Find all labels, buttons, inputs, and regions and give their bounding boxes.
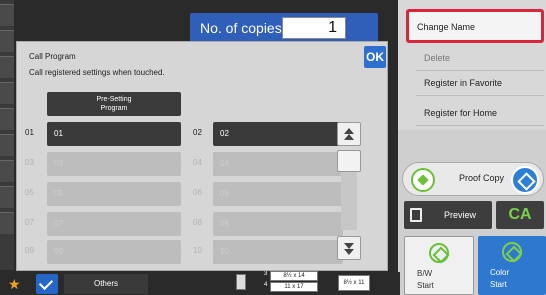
- program-number: 06: [193, 188, 202, 197]
- color-start-label-1: Color: [490, 268, 510, 277]
- program-number: 02: [193, 128, 202, 137]
- paper-status: 3 4 8½ x 14 11 x 17 8½ x 11: [208, 268, 386, 295]
- copies-label: No. of copies: [200, 20, 282, 36]
- pre-setting-program-button[interactable]: Pre-Setting Program: [47, 92, 181, 116]
- bw-start-label-1: B/W: [417, 269, 433, 278]
- others-button[interactable]: Others: [64, 274, 148, 294]
- tray-4-size: 11 x 17: [270, 282, 318, 292]
- program-number: 09: [25, 246, 34, 255]
- tray-3-size: 8½ x 14: [270, 271, 318, 281]
- paper-tray-icon: [236, 274, 246, 290]
- program-key[interactable]: 10: [213, 240, 343, 264]
- diamond-icon: [411, 168, 435, 192]
- program-key[interactable]: 08: [213, 212, 343, 236]
- ok-button[interactable]: OK: [364, 46, 386, 68]
- change-name-button[interactable]: Change Name: [406, 9, 544, 43]
- start-icon: [502, 242, 522, 262]
- dialog-title: Call Program: [29, 52, 76, 61]
- dialog-subtitle: Call registered settings when touched.: [29, 68, 165, 77]
- program-key[interactable]: 06: [213, 182, 343, 206]
- preview-button[interactable]: Preview: [404, 201, 492, 229]
- program-number: 03: [25, 158, 34, 167]
- program-number: 08: [193, 218, 202, 227]
- double-chevron-up-icon[interactable]: [337, 122, 361, 146]
- program-key[interactable]: 04: [213, 152, 343, 176]
- program-key[interactable]: 03: [47, 152, 181, 176]
- tray-4-number: 4: [264, 282, 268, 288]
- left-edge-tabs: [0, 0, 14, 270]
- program-number: 04: [193, 158, 202, 167]
- program-number: 10: [193, 246, 202, 255]
- program-key[interactable]: 02: [213, 122, 343, 146]
- preview-label: Preview: [444, 210, 477, 220]
- call-program-dialog: Call Program Call registered settings wh…: [16, 41, 388, 271]
- pre-setting-label-2: Program: [100, 105, 128, 112]
- diamond-icon: [511, 166, 539, 194]
- register-favorite-button[interactable]: Register in Favorite: [416, 70, 544, 96]
- program-key[interactable]: 07: [47, 212, 181, 236]
- bw-start-button[interactable]: B/W Start: [404, 236, 474, 295]
- tray-3-number: 3: [264, 271, 268, 277]
- copies-input[interactable]: 1: [282, 17, 346, 39]
- program-key[interactable]: 09: [47, 240, 181, 264]
- pre-setting-label-1: Pre-Setting: [96, 96, 132, 103]
- program-number: 07: [25, 218, 34, 227]
- proof-copy-button[interactable]: Proof Copy: [402, 162, 544, 196]
- paper-size: 8½ x 11: [338, 275, 370, 291]
- register-home-button[interactable]: Register for Home: [416, 100, 544, 126]
- program-key[interactable]: 01: [47, 122, 181, 146]
- color-start-label-2: Start: [490, 280, 507, 289]
- star-icon[interactable]: ★: [8, 276, 26, 292]
- program-key[interactable]: 05: [47, 182, 181, 206]
- double-chevron-down-icon[interactable]: [337, 236, 361, 260]
- start-icon: [429, 243, 449, 263]
- copies-bar: No. of copies 1: [190, 13, 378, 43]
- delete-button[interactable]: Delete: [416, 45, 544, 71]
- check-icon[interactable]: [36, 274, 58, 294]
- bw-start-label-2: Start: [417, 281, 434, 290]
- clear-all-button[interactable]: CA: [496, 201, 544, 229]
- scrollbar-thumb[interactable]: [337, 150, 361, 172]
- program-number: 01: [25, 128, 34, 137]
- proof-copy-label: Proof Copy: [459, 173, 505, 183]
- document-icon: [410, 208, 422, 222]
- program-number: 05: [25, 188, 34, 197]
- color-start-button[interactable]: Color Start: [478, 236, 546, 295]
- action-menu: Change Name Delete Register in Favorite …: [398, 0, 546, 130]
